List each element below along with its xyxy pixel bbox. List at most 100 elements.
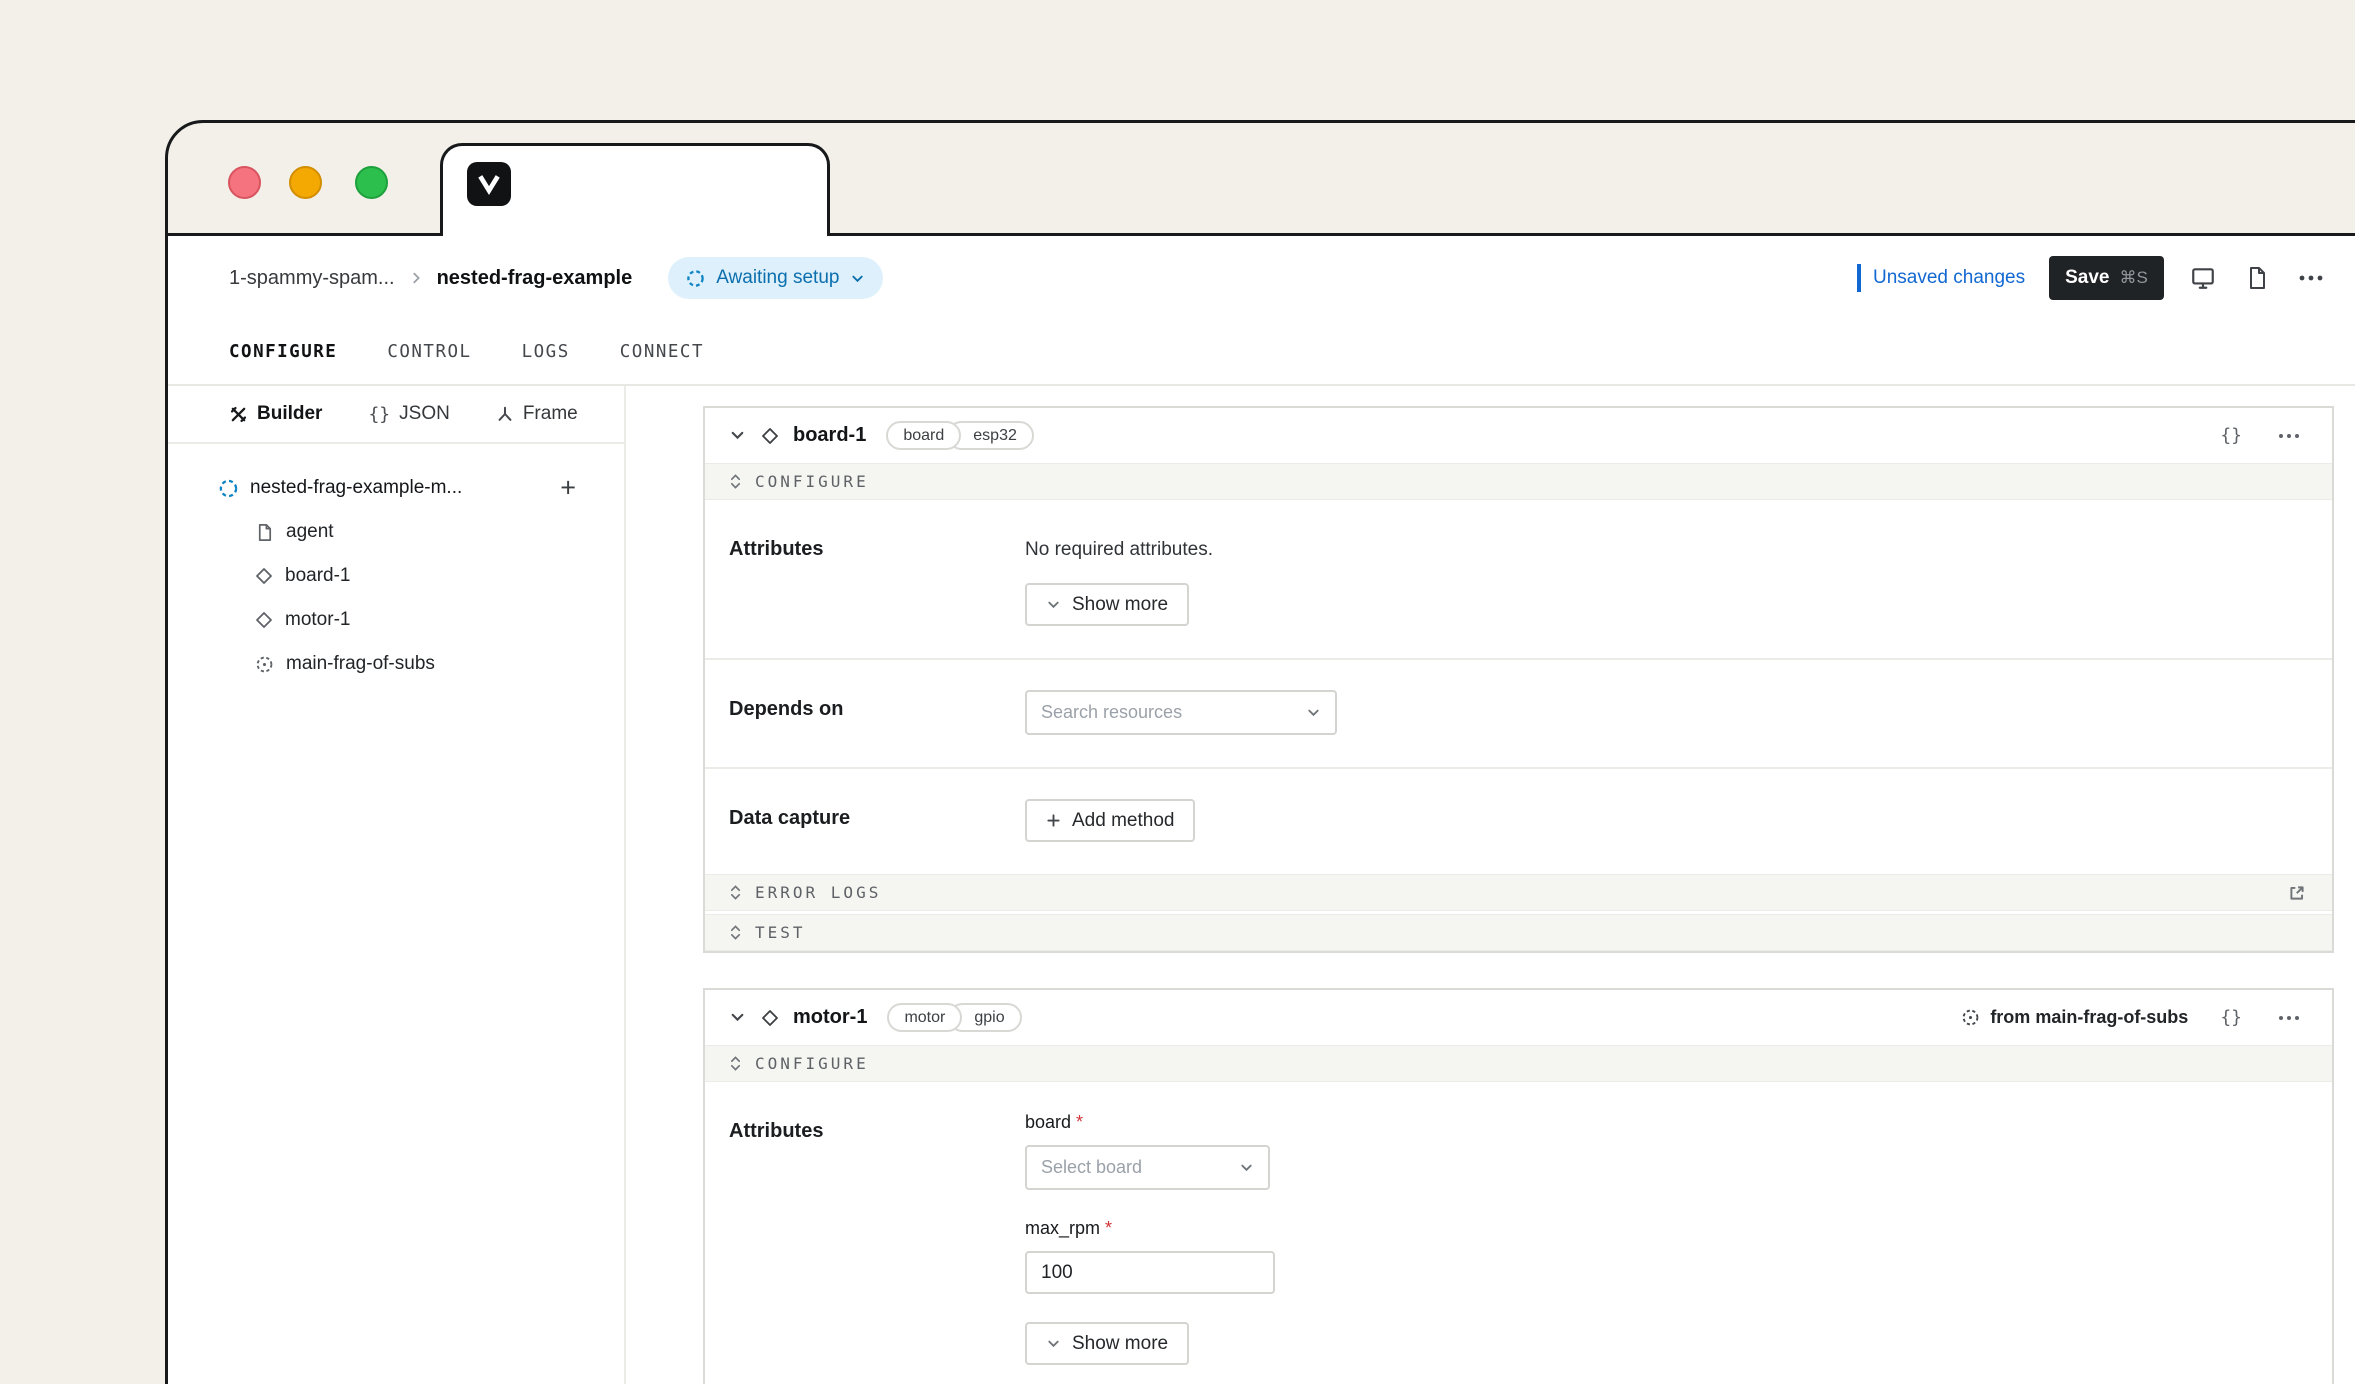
mode-frame-label: Frame [523,403,578,425]
board-select-placeholder: Select board [1041,1157,1142,1178]
field-max-rpm: max_rpm* [1025,1218,2302,1294]
show-more-label: Show more [1072,1333,1168,1355]
collapse-chevron-icon[interactable] [727,1008,747,1028]
show-more-label: Show more [1072,594,1168,616]
tree-item-motor-1[interactable]: motor-1 [168,598,624,642]
resource-tree: nested-frag-example-m... + agent [168,444,624,686]
collapse-chevron-icon[interactable] [727,426,747,446]
desktop-background: 1-spammy-spam... nested-frag-example Awa… [0,0,2355,1384]
depends-on-select[interactable]: Search resources [1025,690,1337,735]
breadcrumb-current: nested-frag-example [437,267,633,290]
window-close-button[interactable] [228,166,261,199]
card-body: Attributes board* Select board [705,1082,2332,1384]
tab-logs[interactable]: LOGS [522,342,570,362]
overflow-menu-icon[interactable] [2274,1003,2304,1033]
status-label: Awaiting setup [716,267,839,289]
component-diamond-icon [761,1009,779,1027]
overflow-menu-icon[interactable] [2296,263,2326,293]
tree-item-label: board-1 [285,565,351,587]
show-more-button[interactable]: Show more [1025,1322,1189,1365]
unfold-icon [729,1055,742,1072]
fragment-source: from main-frag-of-subs [1961,1007,2188,1028]
tree-item-fragment-root[interactable]: nested-frag-example-m... + [168,466,624,510]
machine-monitor-icon[interactable] [2188,263,2218,293]
component-diamond-icon [255,611,273,629]
tree-item-label: agent [286,521,334,543]
code-json-button[interactable]: {} [2220,1007,2242,1028]
data-capture-label: Data capture [729,799,1025,842]
machine-status-chip[interactable]: Awaiting setup [668,257,883,299]
tab-configure[interactable]: CONFIGURE [229,342,337,362]
depends-on-label: Depends on [729,690,1025,735]
resource-name: board-1 [793,424,866,447]
attributes-row: Attributes board* Select board [705,1082,2332,1384]
configure-main: Builder {} JSON Frame [168,386,2355,1384]
browser-window: 1-spammy-spam... nested-frag-example Awa… [165,120,2355,1384]
external-link-icon[interactable] [2286,882,2308,904]
configure-canvas: board-1 board esp32 {} [626,386,2355,1384]
braces-icon: {} [368,404,390,425]
section-error-logs-header[interactable]: ERROR LOGS [705,874,2332,911]
resource-card-board-1: board-1 board esp32 {} [703,406,2334,953]
save-button[interactable]: Save ⌘S [2049,256,2164,300]
overflow-menu-icon[interactable] [2274,421,2304,451]
section-configure-header[interactable]: CONFIGURE [705,1045,2332,1082]
field-board: board* Select board [1025,1112,2302,1190]
card-header-actions: from main-frag-of-subs {} [1961,1003,2304,1033]
code-json-button[interactable]: {} [2220,425,2242,446]
attributes-label: Attributes [729,530,1025,626]
chevron-down-icon [1239,1160,1254,1175]
chevron-down-icon [1046,597,1061,612]
window-minimize-button[interactable] [289,166,322,199]
show-more-button[interactable]: Show more [1025,583,1189,626]
chevron-down-icon [1046,1336,1061,1351]
tree-root-label: nested-frag-example-m... [250,477,462,499]
board-select[interactable]: Select board [1025,1145,1270,1190]
machine-topbar: 1-spammy-spam... nested-frag-example Awa… [168,236,2355,320]
file-icon [255,523,274,542]
browser-tab[interactable] [440,143,830,236]
mode-frame[interactable]: Frame [496,403,578,425]
depends-on-placeholder: Search resources [1041,702,1182,723]
attributes-label: Attributes [729,1112,1025,1365]
tree-item-label: main-frag-of-subs [286,653,435,675]
mode-builder-label: Builder [257,403,322,425]
section-test-header[interactable]: TEST [705,914,2332,951]
tree-item-board-1[interactable]: board-1 [168,554,624,598]
breadcrumb-parent-link[interactable]: 1-spammy-spam... [229,267,395,290]
resource-name: motor-1 [793,1006,867,1029]
section-test-label: TEST [755,923,806,942]
tag-type: board [886,421,961,450]
tab-connect[interactable]: CONNECT [620,342,704,362]
viam-logo-icon [467,162,511,206]
add-method-button[interactable]: Add method [1025,799,1195,842]
section-configure-label: CONFIGURE [755,1054,869,1073]
resource-card-motor-1: motor-1 motor gpio from main- [703,988,2334,1384]
frame-axes-icon [496,405,514,423]
unfold-icon [729,884,742,901]
breadcrumb-separator-icon [409,271,423,285]
max-rpm-input[interactable] [1025,1251,1275,1294]
add-resource-button[interactable]: + [560,475,576,502]
machine-section-tabs: CONFIGURE CONTROL LOGS CONNECT [168,320,2355,386]
fragment-icon [1961,1008,1980,1027]
card-body: Attributes No required attributes. Show … [705,500,2332,874]
mode-builder[interactable]: Builder [229,403,322,425]
mode-json-label: JSON [399,403,450,425]
tree-item-agent[interactable]: agent [168,510,624,554]
tab-control[interactable]: CONTROL [387,342,471,362]
sidebar-mode-switcher: Builder {} JSON Frame [168,386,624,444]
configure-sidebar: Builder {} JSON Frame [168,386,626,1384]
window-zoom-button[interactable] [355,166,388,199]
chevron-down-icon [850,271,865,286]
section-configure-header[interactable]: CONFIGURE [705,463,2332,500]
tree-item-main-frag-of-subs[interactable]: main-frag-of-subs [168,642,624,686]
history-file-icon[interactable] [2242,263,2272,293]
mode-json[interactable]: {} JSON [368,403,449,425]
fragment-source-label: from main-frag-of-subs [1990,1007,2188,1028]
breadcrumb: 1-spammy-spam... nested-frag-example [229,267,632,290]
resource-tags: motor gpio [887,1003,1021,1032]
tag-type: motor [887,1003,962,1032]
unfold-icon [729,924,742,941]
section-error-logs-label: ERROR LOGS [755,883,881,902]
